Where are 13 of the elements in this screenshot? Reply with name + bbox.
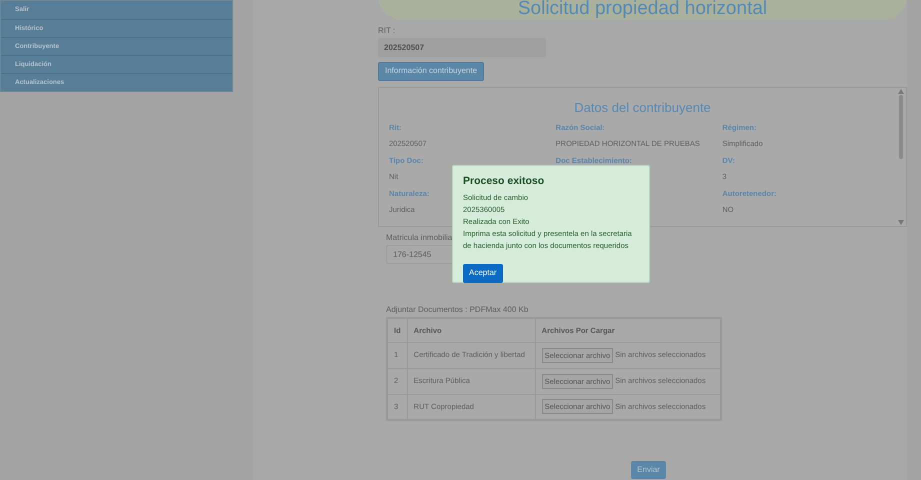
attachments-caption: Adjuntar Documentos : PDFMax 400 Kb [386, 304, 528, 316]
accept-button[interactable]: Aceptar [463, 264, 503, 283]
rit-field[interactable]: 202520507 [378, 38, 546, 57]
field-label: RIT : [378, 25, 396, 37]
card-title: Datos del contribuyente [574, 99, 711, 117]
submit-button[interactable]: Enviar [631, 461, 666, 479]
scroll-down-icon[interactable] [898, 220, 904, 225]
field-label: Matricula inmobilia [386, 232, 452, 244]
dialog-title: Proceso exitoso [463, 174, 544, 189]
scroll-up-icon[interactable] [898, 89, 904, 94]
taxpayer-info-button[interactable]: Información contribuyente [378, 62, 484, 80]
page-title: Solicitud propiedad horizontal [518, 0, 768, 19]
scrollbar[interactable] [897, 89, 905, 225]
